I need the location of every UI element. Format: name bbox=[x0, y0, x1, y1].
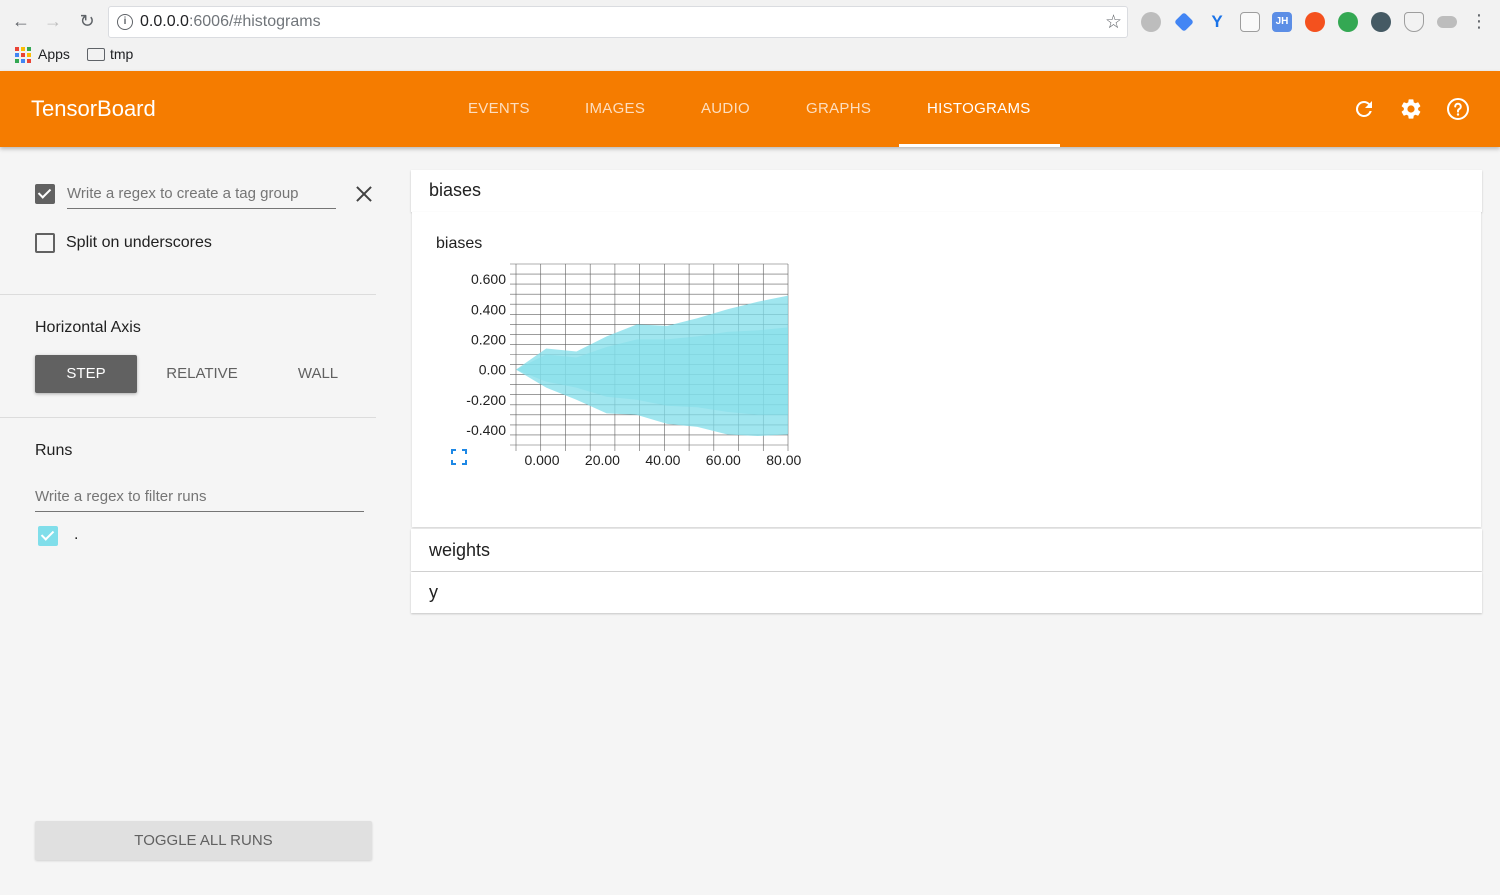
extension-g-icon[interactable] bbox=[1371, 12, 1391, 32]
histogram-chart: 0.600 0.400 0.200 0.00 -0.200 -0.400 0.000 20.0… bbox=[466, 263, 802, 468]
sidebar-divider bbox=[0, 294, 376, 295]
runs-title: Runs bbox=[35, 442, 73, 459]
horizontal-axis-title: Horizontal Axis bbox=[35, 319, 141, 336]
tag-group-underline bbox=[67, 208, 336, 209]
sidebar: Write a regex to create a tag group Spli… bbox=[0, 147, 376, 895]
histogram-inner-band bbox=[516, 327, 788, 415]
tab-events[interactable]: EVENTS bbox=[468, 100, 530, 117]
extension-shield-icon[interactable] bbox=[1404, 12, 1424, 32]
y-tick-label: 0.200 bbox=[471, 331, 506, 347]
axis-step-button[interactable]: STEP bbox=[35, 355, 137, 393]
x-tick-label: 60.00 bbox=[706, 452, 741, 468]
back-icon[interactable]: ← bbox=[10, 10, 32, 32]
y-tick-label: -0.200 bbox=[466, 392, 506, 408]
toggle-all-runs-button[interactable]: TOGGLE ALL RUNS bbox=[35, 821, 372, 860]
group-title-weights: weights bbox=[429, 540, 491, 560]
url-host: 0.0.0.0 bbox=[140, 13, 189, 30]
extension-globe-icon[interactable] bbox=[1141, 12, 1161, 32]
extension-page-icon[interactable] bbox=[1240, 12, 1260, 32]
bookmarks-bar bbox=[0, 44, 1500, 71]
tag-group-checkbox[interactable] bbox=[35, 184, 55, 204]
group-title-biases: biases bbox=[429, 180, 482, 200]
reload-icon[interactable]: ↻ bbox=[76, 10, 98, 32]
x-tick-label: 20.00 bbox=[585, 452, 620, 468]
extension-infinity-icon[interactable] bbox=[1305, 12, 1325, 32]
apps-grid-icon[interactable] bbox=[15, 47, 31, 63]
y-tick-label: 0.600 bbox=[471, 271, 506, 287]
url-path: :6006/#histograms bbox=[188, 13, 321, 30]
y-tick-label: 0.400 bbox=[471, 301, 506, 317]
address-bar[interactable]: i 0.0.0.0:6006/#histograms ☆ bbox=[108, 6, 1128, 38]
extension-jh-icon[interactable]: JH bbox=[1272, 12, 1292, 32]
sidebar-divider bbox=[0, 417, 376, 418]
x-tick-label: 80.00 bbox=[766, 452, 801, 468]
group-header-biases[interactable]: biases bbox=[411, 170, 1482, 212]
browser-toolbar: ← → ↻ i 0.0.0.0:6006/#histograms ☆ Y JH … bbox=[0, 0, 1500, 44]
forward-icon[interactable]: → bbox=[42, 10, 64, 32]
histogram-card: biases 0.600 0.400 0.200 0.00 -0.200 -0.400 0.… bbox=[412, 212, 1481, 527]
split-underscores-label: Split on underscores bbox=[66, 234, 212, 251]
runs-filter-underline bbox=[35, 511, 364, 512]
tag-group-input[interactable]: Write a regex to create a tag group bbox=[67, 185, 299, 202]
run-label: . bbox=[74, 526, 79, 543]
tab-audio[interactable]: AUDIO bbox=[701, 100, 750, 117]
group-title-y: y bbox=[429, 582, 438, 602]
axis-relative-button[interactable]: RELATIVE bbox=[152, 355, 252, 393]
x-tick-label: 0.000 bbox=[524, 452, 559, 468]
runs-filter-input[interactable]: Write a regex to filter runs bbox=[35, 488, 206, 505]
menu-more-icon[interactable]: ⋮ bbox=[1468, 10, 1490, 32]
run-checkbox[interactable] bbox=[38, 526, 58, 546]
extension-notification-icon[interactable] bbox=[1338, 12, 1358, 32]
split-underscores-checkbox[interactable] bbox=[35, 233, 55, 253]
info-icon[interactable]: i bbox=[117, 14, 133, 30]
y-tick-label: 0.00 bbox=[479, 362, 506, 378]
tab-images[interactable]: IMAGES bbox=[585, 100, 645, 117]
help-icon[interactable] bbox=[1446, 97, 1470, 121]
app-header: TensorBoard EVENTS IMAGES AUDIO GRAPHS H… bbox=[0, 71, 1500, 147]
fullscreen-icon[interactable] bbox=[451, 449, 467, 465]
active-tab-indicator bbox=[899, 144, 1060, 147]
y-tick-label: -0.400 bbox=[466, 422, 506, 438]
folder-icon bbox=[87, 48, 105, 61]
bookmark-star-icon[interactable]: ☆ bbox=[1105, 11, 1122, 34]
settings-icon[interactable] bbox=[1399, 97, 1423, 121]
extension-diamond-icon[interactable] bbox=[1174, 12, 1194, 32]
bookmark-apps[interactable]: Apps bbox=[38, 46, 70, 62]
extension-y-icon[interactable]: Y bbox=[1207, 12, 1227, 32]
group-header-y[interactable]: y bbox=[411, 572, 1482, 613]
refresh-icon[interactable] bbox=[1352, 97, 1376, 121]
url-text: 0.0.0.0:6006/#histograms bbox=[140, 13, 321, 31]
app-title: TensorBoard bbox=[31, 96, 156, 121]
tab-graphs[interactable]: GRAPHS bbox=[806, 100, 871, 117]
axis-wall-button[interactable]: WALL bbox=[270, 355, 366, 393]
x-tick-label: 40.00 bbox=[645, 452, 680, 468]
tab-histograms[interactable]: HISTOGRAMS bbox=[927, 100, 1031, 117]
bookmark-tmp[interactable]: tmp bbox=[110, 46, 133, 62]
close-icon[interactable] bbox=[354, 184, 374, 204]
group-header-weights[interactable]: weights bbox=[411, 529, 1482, 571]
extension-php-icon[interactable] bbox=[1437, 16, 1457, 28]
